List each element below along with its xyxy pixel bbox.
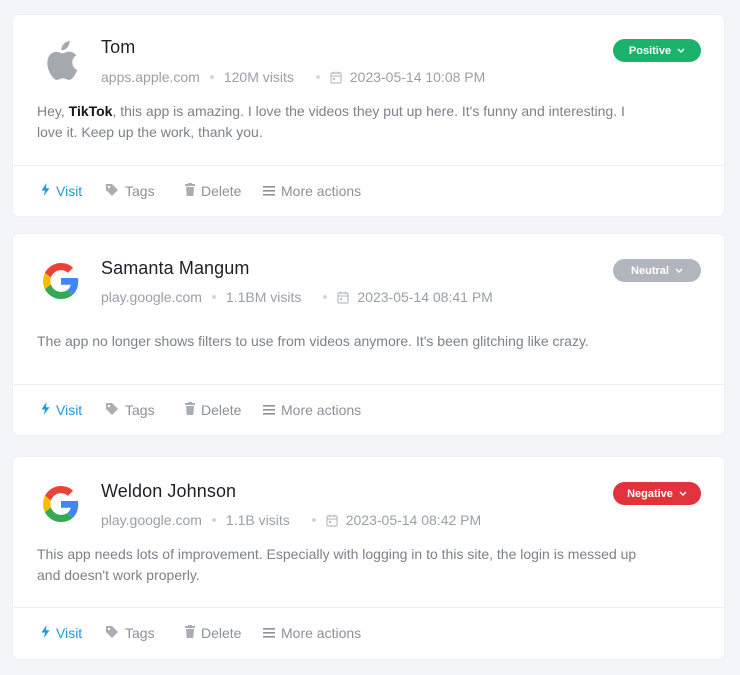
chevron-down-icon (679, 491, 687, 496)
tag-icon (105, 183, 119, 200)
chevron-down-icon (677, 48, 685, 53)
review-date: 2023-05-14 10:08 PM (349, 69, 486, 85)
review-meta: play.google.com 1.1BM visits 2023-05-14 … (101, 289, 493, 305)
visits-count: 1.1BM visits (225, 289, 302, 305)
review-text: This app needs lots of improvement. Espe… (37, 546, 637, 583)
sentiment-badge-positive[interactable]: Positive (613, 39, 701, 62)
review-date: 2023-05-14 08:41 PM (357, 289, 493, 305)
menu-icon (263, 625, 275, 641)
tag-icon (105, 625, 119, 642)
visit-button[interactable]: Visit (41, 625, 82, 641)
separator-dot (211, 295, 216, 299)
separator-dot (209, 75, 214, 79)
google-icon (41, 484, 81, 524)
review-card: Weldon Johnson play.google.com 1.1B visi… (13, 457, 724, 659)
bolt-icon (41, 183, 50, 199)
reviewer-name: Weldon Johnson (101, 481, 237, 501)
google-icon (41, 261, 81, 301)
visit-button[interactable]: Visit (41, 183, 82, 199)
source-domain: apps.apple.com (101, 69, 200, 85)
sentiment-label: Negative (627, 487, 673, 500)
calendar-icon (330, 71, 342, 84)
tag-icon (105, 402, 119, 419)
review-meta: apps.apple.com 120M visits 2023-05-14 10… (101, 69, 485, 85)
calendar-icon (337, 291, 349, 304)
sentiment-badge-negative[interactable]: Negative (613, 482, 701, 505)
review-meta: play.google.com 1.1B visits 2023-05-14 0… (101, 512, 481, 528)
review-card: Samanta Mangum play.google.com 1.1BM vis… (13, 234, 724, 435)
source-domain: play.google.com (101, 289, 202, 305)
trash-icon (185, 402, 195, 418)
visit-button[interactable]: Visit (41, 402, 82, 418)
separator-dot (323, 295, 328, 299)
review-text: Hey, TikTok, this app is amazing. I love… (37, 103, 625, 140)
calendar-icon (326, 514, 338, 527)
review-text: The app no longer shows filters to use f… (37, 333, 589, 349)
tags-button[interactable]: Tags (105, 183, 155, 200)
delete-button[interactable]: Delete (185, 625, 241, 641)
separator-dot (315, 75, 320, 79)
more-actions-button[interactable]: More actions (263, 402, 361, 418)
separator-dot (211, 518, 216, 522)
action-bar: Visit Tags Delete More actions (13, 385, 724, 435)
more-actions-button[interactable]: More actions (263, 625, 361, 641)
reviewer-name: Tom (101, 37, 136, 57)
menu-icon (263, 183, 275, 199)
more-actions-button[interactable]: More actions (263, 183, 361, 199)
bolt-icon (41, 625, 50, 641)
bolt-icon (41, 402, 50, 418)
sentiment-badge-neutral[interactable]: Neutral (613, 259, 701, 282)
action-bar: Visit Tags Delete More actions (13, 166, 724, 216)
menu-icon (263, 402, 275, 418)
trash-icon (185, 183, 195, 199)
review-card: Tom apps.apple.com 120M visits 2023-05-1… (13, 15, 724, 216)
review-date: 2023-05-14 08:42 PM (345, 512, 482, 528)
sentiment-label: Positive (628, 44, 672, 57)
trash-icon (185, 625, 195, 641)
visits-count: 120M visits (223, 69, 294, 85)
tags-button[interactable]: Tags (105, 625, 155, 642)
sentiment-label: Neutral (631, 264, 669, 277)
delete-button[interactable]: Delete (185, 183, 241, 199)
visits-count: 1.1B visits (225, 512, 290, 528)
apple-icon (41, 41, 81, 81)
reviewer-name: Samanta Mangum (101, 258, 250, 278)
separator-dot (311, 518, 316, 522)
delete-button[interactable]: Delete (185, 402, 241, 418)
highlighted-keyword: TikTok (68, 103, 113, 119)
tags-button[interactable]: Tags (105, 402, 155, 419)
chevron-down-icon (675, 268, 683, 273)
source-domain: play.google.com (101, 512, 202, 528)
action-bar: Visit Tags Delete More actions (13, 608, 724, 658)
